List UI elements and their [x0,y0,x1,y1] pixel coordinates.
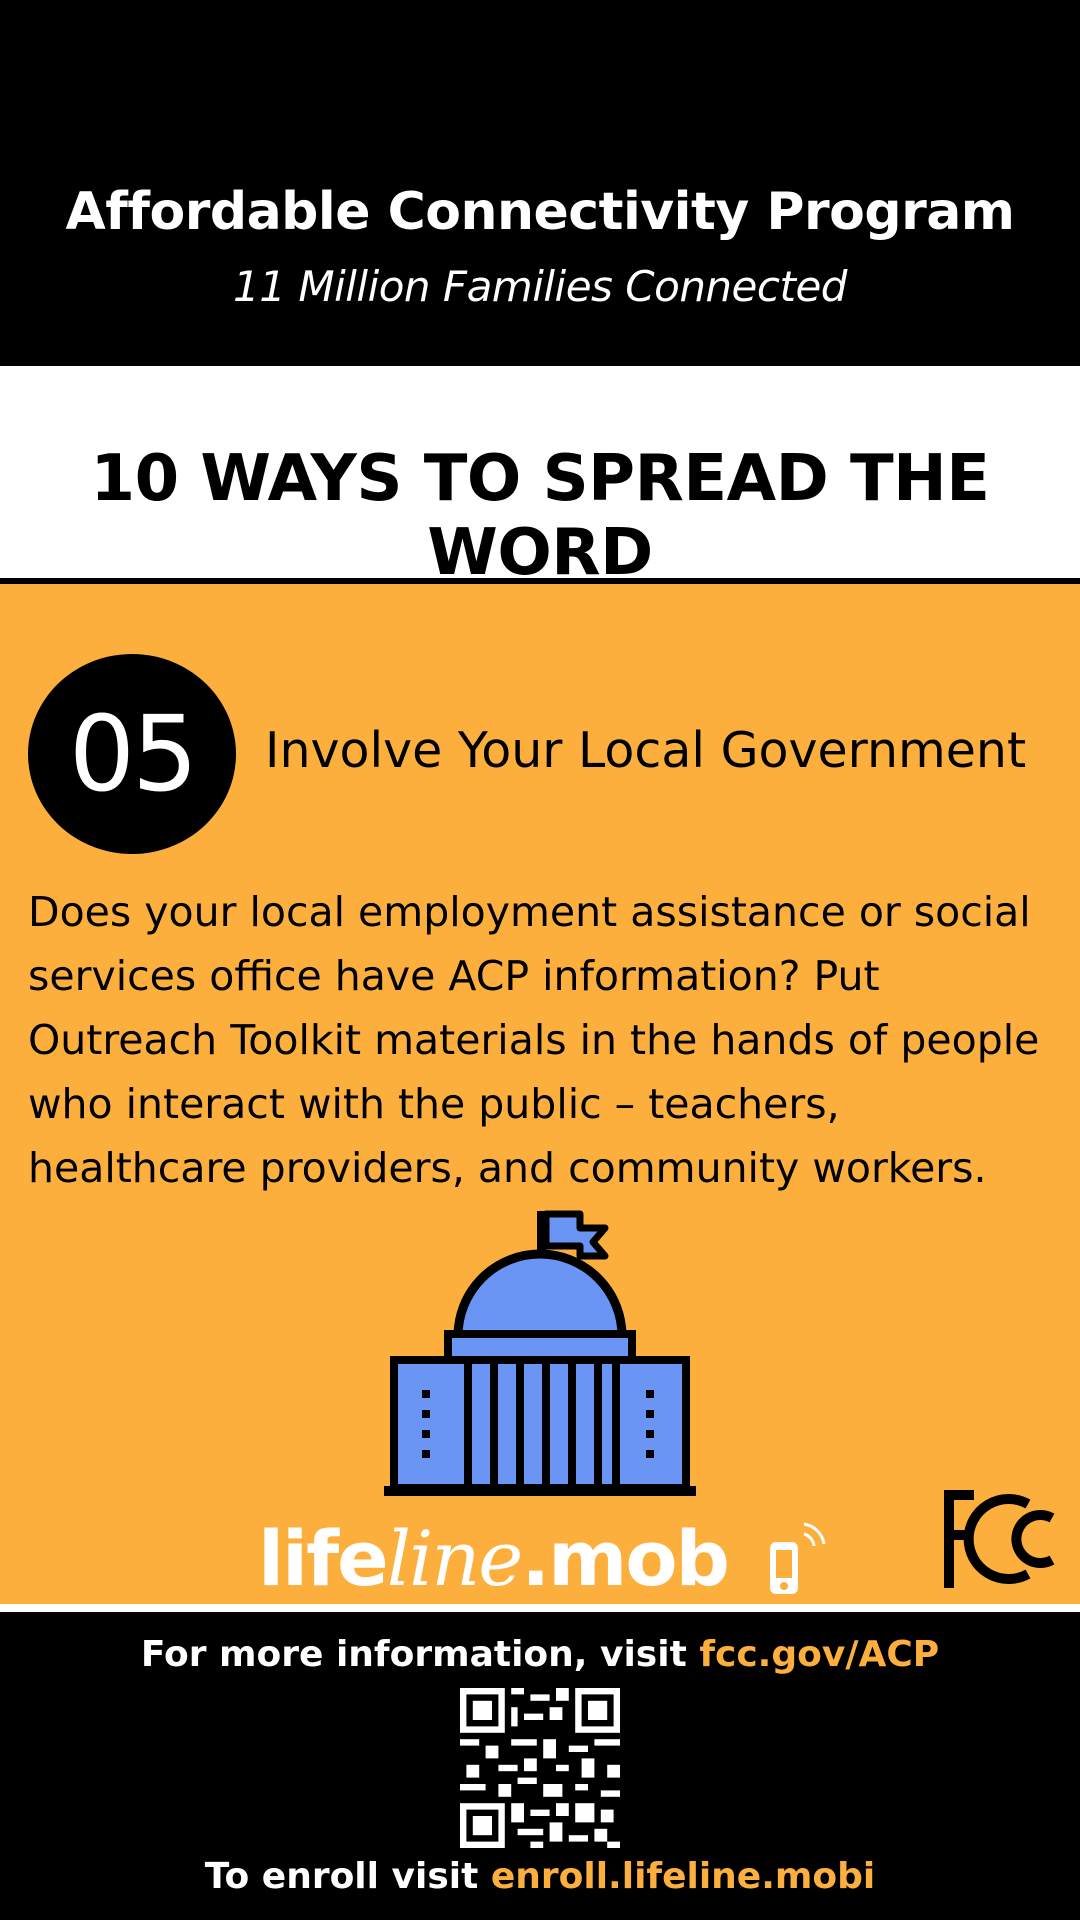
tip-number-badge: 05 [28,654,236,854]
header: Affordable Connectivity Program 11 Milli… [0,0,1080,366]
tip-panel: 05 Involve Your Local Government Does yo… [0,584,1080,1604]
lifeline-mobi-logo: lifeline.mob [258,1514,826,1604]
fcc-logo [944,1490,1055,1588]
more-info-text: For more information, visit fcc.gov/ACP [140,1634,940,1675]
program-subtitle: 11 Million Families Connected [233,262,847,311]
page-heading: 10 WAYS TO SPREAD THE WORD [90,442,990,590]
divider [0,1604,1080,1612]
fcc-acp-link[interactable]: fcc.gov/ACP [699,1634,939,1675]
program-title: Affordable Connectivity Program [65,182,1016,242]
government-building-icon [384,1210,696,1496]
tip-title: Involve Your Local Government [265,722,1027,779]
footer: For more information, visit fcc.gov/ACP … [0,1612,1080,1920]
qr-code[interactable] [460,1688,620,1848]
heading-band: 10 WAYS TO SPREAD THE WORD [0,366,1080,590]
enroll-link[interactable]: enroll.lifeline.mobi [491,1856,875,1897]
tip-body: Does your local employment assistance or… [28,888,1040,1192]
enroll-text: To enroll visit enroll.lifeline.mobi [204,1856,876,1897]
